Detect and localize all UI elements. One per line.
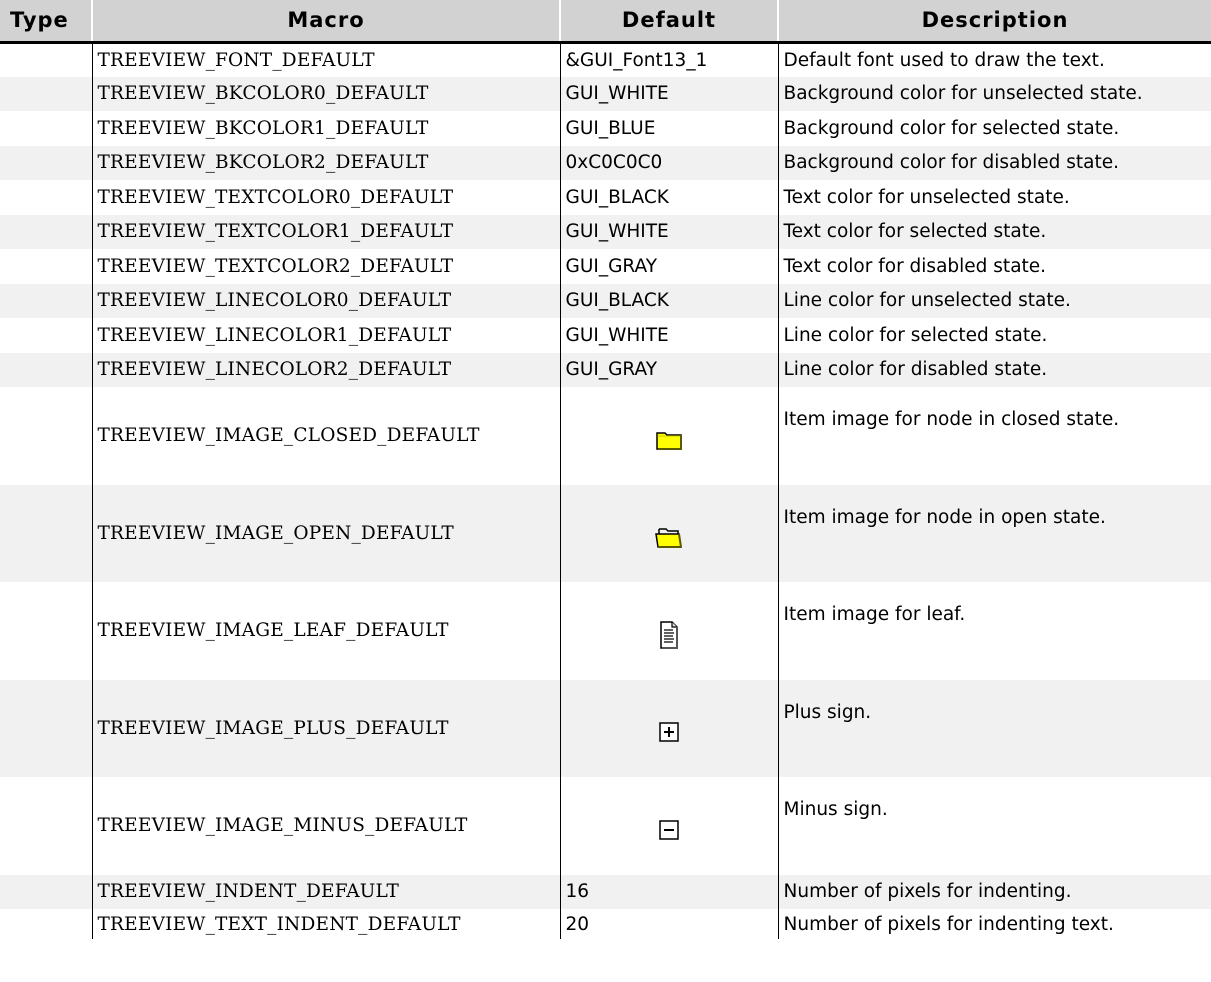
document-leaf-icon [659, 621, 679, 649]
table-row: TREEVIEW_LINECOLOR2_DEFAULT GUI_GRAY Lin… [0, 352, 1211, 387]
cell-description: Item image for node in open state. [778, 484, 1211, 582]
table-row: TREEVIEW_TEXTCOLOR1_DEFAULT GUI_WHITE Te… [0, 214, 1211, 249]
cell-macro: TREEVIEW_IMAGE_LEAF_DEFAULT [92, 582, 561, 680]
cell-type [0, 874, 93, 909]
cell-description: Line color for unselected state. [778, 283, 1211, 318]
table-row: TREEVIEW_BKCOLOR1_DEFAULT GUI_BLUE Backg… [0, 111, 1211, 146]
cell-macro: TREEVIEW_BKCOLOR2_DEFAULT [92, 145, 561, 180]
cell-macro: TREEVIEW_TEXTCOLOR0_DEFAULT [92, 180, 561, 215]
cell-macro: TREEVIEW_IMAGE_PLUS_DEFAULT [92, 679, 561, 777]
folder-closed-icon [656, 430, 682, 450]
cell-default [560, 387, 779, 485]
cell-default [560, 777, 779, 875]
table-row: TREEVIEW_IMAGE_LEAF_DEFAULT Item image f… [0, 582, 1211, 680]
table-row: TREEVIEW_LINECOLOR0_DEFAULT GUI_BLACK Li… [0, 283, 1211, 318]
cell-macro: TREEVIEW_FONT_DEFAULT [92, 42, 561, 77]
cell-macro: TREEVIEW_LINECOLOR1_DEFAULT [92, 318, 561, 353]
cell-macro: TREEVIEW_IMAGE_OPEN_DEFAULT [92, 484, 561, 582]
cell-type [0, 249, 93, 284]
cell-default: GUI_WHITE [560, 214, 779, 249]
table-row: TREEVIEW_INDENT_DEFAULT 16 Number of pix… [0, 874, 1211, 909]
table-row: TREEVIEW_IMAGE_OPEN_DEFAULT Item image f… [0, 484, 1211, 582]
cell-default: GUI_BLACK [560, 180, 779, 215]
table-row: TREEVIEW_TEXTCOLOR0_DEFAULT GUI_BLACK Te… [0, 180, 1211, 215]
cell-default [560, 484, 779, 582]
table-row: TREEVIEW_TEXT_INDENT_DEFAULT 20 Number o… [0, 909, 1211, 939]
cell-type [0, 42, 93, 77]
cell-type [0, 111, 93, 146]
cell-type [0, 214, 93, 249]
cell-description: Number of pixels for indenting text. [783, 913, 1114, 935]
cell-macro: TREEVIEW_TEXTCOLOR1_DEFAULT [92, 214, 561, 249]
cell-macro: TREEVIEW_IMAGE_CLOSED_DEFAULT [92, 387, 561, 485]
cell-default: GUI_BLACK [560, 283, 779, 318]
table-row: TREEVIEW_IMAGE_MINUS_DEFAULT Minus sign. [0, 777, 1211, 875]
folder-open-icon [655, 526, 683, 549]
cell-macro: TREEVIEW_INDENT_DEFAULT [92, 874, 561, 909]
cell-default: GUI_GRAY [560, 249, 779, 284]
cell-default: 20 [560, 909, 779, 939]
cell-description: Minus sign. [783, 799, 888, 820]
cell-type [0, 679, 93, 777]
header-description: Description [778, 0, 1211, 44]
table-row: TREEVIEW_BKCOLOR0_DEFAULT GUI_WHITE Back… [0, 76, 1211, 111]
cell-default: 16 [560, 874, 779, 909]
cell-default [560, 582, 779, 680]
cell-macro: TREEVIEW_LINECOLOR2_DEFAULT [92, 352, 561, 387]
header-type: Type [0, 0, 93, 44]
cell-macro: TREEVIEW_TEXTCOLOR2_DEFAULT [92, 249, 561, 284]
header-default: Default [560, 0, 779, 44]
cell-default: GUI_WHITE [560, 76, 779, 111]
cell-macro: TREEVIEW_BKCOLOR0_DEFAULT [92, 76, 561, 111]
table-body: TREEVIEW_FONT_DEFAULT &GUI_Font13_1 Defa… [0, 42, 1211, 939]
cell-type [0, 318, 93, 353]
cell-default [560, 679, 779, 777]
cell-macro: TREEVIEW_BKCOLOR1_DEFAULT [92, 111, 561, 146]
cell-default: 0xC0C0C0 [560, 145, 779, 180]
cell-default: &GUI_Font13_1 [560, 42, 779, 77]
table-header: Type Macro Default Description [0, 0, 1211, 44]
cell-type [0, 484, 93, 582]
cell-default: GUI_BLUE [560, 111, 779, 146]
cell-macro: TREEVIEW_IMAGE_MINUS_DEFAULT [92, 777, 561, 875]
cell-type [0, 582, 93, 680]
cell-description: Default font used to draw the text. [783, 49, 1105, 71]
header-macro: Macro [92, 0, 561, 44]
cell-macro: TREEVIEW_LINECOLOR0_DEFAULT [92, 283, 561, 318]
cell-description: Item image for leaf. [783, 604, 966, 625]
cell-type [0, 909, 93, 939]
table-row: TREEVIEW_BKCOLOR2_DEFAULT 0xC0C0C0 Backg… [0, 145, 1211, 180]
macro-table: Type Macro Default Description TREEVIEW_… [0, 0, 1211, 939]
minus-box-icon [659, 820, 679, 840]
cell-description: Number of pixels for indenting. [778, 874, 1211, 909]
cell-description: Item image for node in closed state. [783, 409, 1120, 430]
cell-description: Background color for disabled state. [778, 145, 1211, 180]
cell-description: Line color for disabled state. [778, 352, 1211, 387]
cell-type [0, 76, 93, 111]
cell-description: Plus sign. [778, 679, 1211, 777]
cell-description: Text color for unselected state. [783, 186, 1070, 208]
cell-type [0, 283, 93, 318]
table-row: TREEVIEW_TEXTCOLOR2_DEFAULT GUI_GRAY Tex… [0, 249, 1211, 284]
cell-type [0, 352, 93, 387]
plus-box-icon [659, 722, 679, 742]
cell-description: Text color for disabled state. [783, 255, 1047, 277]
table-row: TREEVIEW_LINECOLOR1_DEFAULT GUI_WHITE Li… [0, 318, 1211, 353]
table-row: TREEVIEW_FONT_DEFAULT &GUI_Font13_1 Defa… [0, 42, 1211, 77]
cell-description: Text color for selected state. [778, 214, 1211, 249]
cell-default: GUI_WHITE [560, 318, 779, 353]
cell-description: Line color for selected state. [783, 324, 1048, 346]
cell-type [0, 145, 93, 180]
cell-type [0, 180, 93, 215]
table-row: TREEVIEW_IMAGE_CLOSED_DEFAULT Item image… [0, 387, 1211, 485]
cell-macro: TREEVIEW_TEXT_INDENT_DEFAULT [92, 909, 561, 939]
header-row: Type Macro Default Description [0, 0, 1211, 44]
cell-description: Background color for selected state. [783, 117, 1120, 139]
cell-description: Background color for unselected state. [778, 76, 1211, 111]
table-row: TREEVIEW_IMAGE_PLUS_DEFAULT Plus sign. [0, 679, 1211, 777]
cell-type [0, 777, 93, 875]
cell-type [0, 387, 93, 485]
cell-default: GUI_GRAY [560, 352, 779, 387]
